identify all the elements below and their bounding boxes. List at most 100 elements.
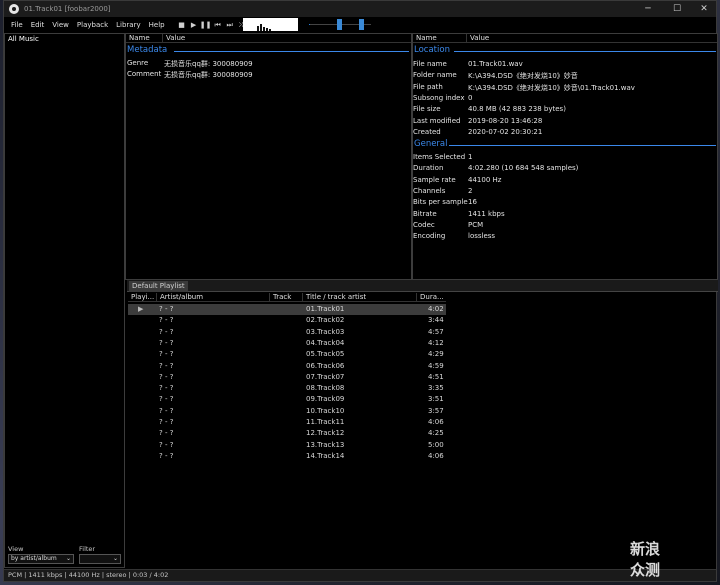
general-row-value[interactable]: 44100 Hz [468, 176, 501, 184]
playlist-row[interactable]: ? - ? 06.Track06 4:59 [128, 361, 446, 372]
general-row-name[interactable]: Bitrate [413, 210, 437, 218]
previous-icon[interactable]: ⏮ [213, 20, 223, 30]
foobar-window: 01.Track01 [foobar2000] ─ ☐ ✕ File Edit … [3, 0, 718, 582]
location-row-name[interactable]: Subsong index [413, 94, 465, 102]
metadata-value-column[interactable]: Value [163, 34, 411, 43]
row-title: 12.Track12 [306, 429, 345, 438]
section-divider [449, 145, 716, 146]
row-duration: 4:51 [428, 372, 444, 381]
playlist-row[interactable]: ? - ? 03.Track03 4:57 [128, 327, 446, 338]
metadata-name-column[interactable]: Name [126, 33, 163, 43]
location-row-name[interactable]: File name [413, 60, 447, 68]
volume-handle[interactable] [359, 19, 364, 30]
metadata-row-name[interactable]: Comment [127, 70, 161, 78]
general-row-name[interactable]: Bits per sample [413, 198, 468, 206]
row-duration: 3:35 [428, 384, 444, 393]
playlist-row[interactable]: ? - ? 07.Track07 4:51 [128, 372, 446, 383]
column-title[interactable]: Title / track artist [303, 292, 417, 302]
close-icon[interactable]: ✕ [691, 1, 717, 17]
location-row-name[interactable]: Created [413, 128, 441, 136]
chevron-down-icon: ⌄ [65, 555, 71, 562]
playlist-row[interactable]: ? - ? 12.Track12 4:25 [128, 428, 446, 439]
general-row-name[interactable]: Encoding [413, 232, 445, 240]
row-duration: 3:57 [428, 406, 444, 415]
column-track-no[interactable]: Track no [270, 292, 303, 310]
playlist-row[interactable]: ? - ? 08.Track08 3:35 [128, 383, 446, 394]
menu-edit[interactable]: Edit [27, 21, 49, 29]
row-title: 14.Track14 [306, 451, 345, 460]
menu-library[interactable]: Library [112, 21, 144, 29]
general-row-value[interactable]: 1 [468, 153, 472, 161]
general-row-name[interactable]: Duration [413, 164, 443, 172]
row-artist-album: ? - ? [159, 406, 174, 415]
playlist-row[interactable]: ? - ? 11.Track11 4:06 [128, 417, 446, 428]
general-row-value[interactable]: lossless [468, 232, 495, 240]
playlist-row[interactable]: ▶ ? - ? 01.Track01 4:02 [128, 304, 446, 316]
column-playing[interactable]: Playi... [128, 292, 157, 302]
location-row-name[interactable]: Last modified [413, 117, 460, 125]
location-row-value[interactable]: K:\A394.DSD《绝对发烧10》妙音 [468, 71, 578, 81]
location-row-name[interactable]: Folder name [413, 71, 457, 79]
location-row-value[interactable]: 2019-08-20 13:46:28 [468, 117, 542, 125]
location-row-value[interactable]: K:\A394.DSD《绝对发烧10》妙音\01.Track01.wav [468, 83, 635, 93]
metadata-row-value[interactable]: 无损音乐qq群: 300080909 [164, 70, 253, 80]
general-row-value[interactable]: 16 [468, 198, 477, 206]
playlist-row[interactable]: ? - ? 09.Track09 3:51 [128, 394, 446, 405]
playlist-row[interactable]: ? - ? 14.Track14 4:06 [128, 451, 446, 462]
minimize-icon[interactable]: ─ [635, 1, 661, 17]
location-row-name[interactable]: File size [413, 105, 441, 113]
menu-file[interactable]: File [7, 21, 27, 29]
general-row-name[interactable]: Items Selected [413, 153, 465, 161]
properties-value-column[interactable]: Value [467, 34, 717, 43]
stop-icon[interactable]: ■ [177, 20, 187, 30]
row-title: 03.Track03 [306, 327, 345, 336]
playlist-row[interactable]: ? - ? 04.Track04 4:12 [128, 338, 446, 349]
metadata-row-value[interactable]: 无损音乐qq群: 300080909 [164, 59, 253, 69]
row-artist-album: ? - ? [159, 429, 174, 438]
watermark-logo: 新浪 众测 [630, 540, 661, 579]
menu-playback[interactable]: Playback [73, 21, 112, 29]
playlist-row[interactable]: ? - ? 13.Track13 5:00 [128, 440, 446, 451]
row-artist-album: ? - ? [159, 305, 174, 313]
location-row-value[interactable]: 01.Track01.wav [468, 60, 523, 68]
maximize-icon[interactable]: ☐ [664, 1, 690, 17]
row-title: 11.Track11 [306, 418, 345, 426]
menu-view[interactable]: View [48, 21, 73, 29]
general-row-value[interactable]: PCM [468, 221, 483, 229]
playlist-row[interactable]: ? - ? 05.Track05 4:29 [128, 349, 446, 360]
location-row-value[interactable]: 0 [468, 94, 472, 102]
location-row-value[interactable]: 2020-07-02 20:30:21 [468, 128, 542, 136]
view-select[interactable]: by artist/album ⌄ [8, 554, 74, 564]
library-root-item[interactable]: All Music [8, 35, 39, 43]
general-row-name[interactable]: Codec [413, 221, 435, 229]
properties-header: Name Value [413, 33, 717, 43]
menu-help[interactable]: Help [145, 21, 169, 29]
tab-default-playlist[interactable]: Default Playlist [129, 281, 188, 292]
playlist-row[interactable]: ? - ? 10.Track10 3:57 [128, 406, 446, 417]
location-row-value[interactable]: 40.8 MB (42 883 238 bytes) [468, 105, 566, 113]
general-row-value[interactable]: 4:02.280 (10 684 548 samples) [468, 164, 578, 172]
library-tree-panel: All Music View by artist/album ⌄ Filter ⌄ [4, 33, 125, 568]
pause-icon[interactable]: ❚❚ [200, 20, 212, 30]
general-row-value[interactable]: 2 [468, 187, 472, 195]
row-duration: 5:00 [428, 440, 444, 449]
row-artist-album: ? - ? [159, 350, 174, 359]
properties-name-column[interactable]: Name [413, 33, 467, 43]
column-artist-album[interactable]: Artist/album [157, 292, 270, 302]
general-row-name[interactable]: Channels [413, 187, 445, 195]
metadata-row-name[interactable]: Genre [127, 59, 148, 67]
location-row-name[interactable]: File path [413, 83, 443, 91]
seek-handle[interactable] [337, 19, 342, 30]
play-icon[interactable]: ▶ [189, 20, 199, 30]
next-icon[interactable]: ⏭ [225, 20, 235, 30]
filter-input[interactable]: ⌄ [79, 554, 121, 564]
status-bar: PCM | 1411 kbps | 44100 Hz | stereo | 0:… [4, 569, 716, 581]
spectrum-visualizer [243, 18, 298, 31]
chevron-down-icon: ⌄ [112, 555, 118, 562]
playlist-row[interactable]: ? - ? 02.Track02 3:44 [128, 315, 446, 326]
general-row-name[interactable]: Sample rate [413, 176, 456, 184]
column-duration[interactable]: Dura... [417, 293, 446, 302]
row-artist-album: ? - ? [159, 418, 174, 426]
row-duration: 4:12 [428, 338, 444, 347]
general-row-value[interactable]: 1411 kbps [468, 210, 505, 218]
